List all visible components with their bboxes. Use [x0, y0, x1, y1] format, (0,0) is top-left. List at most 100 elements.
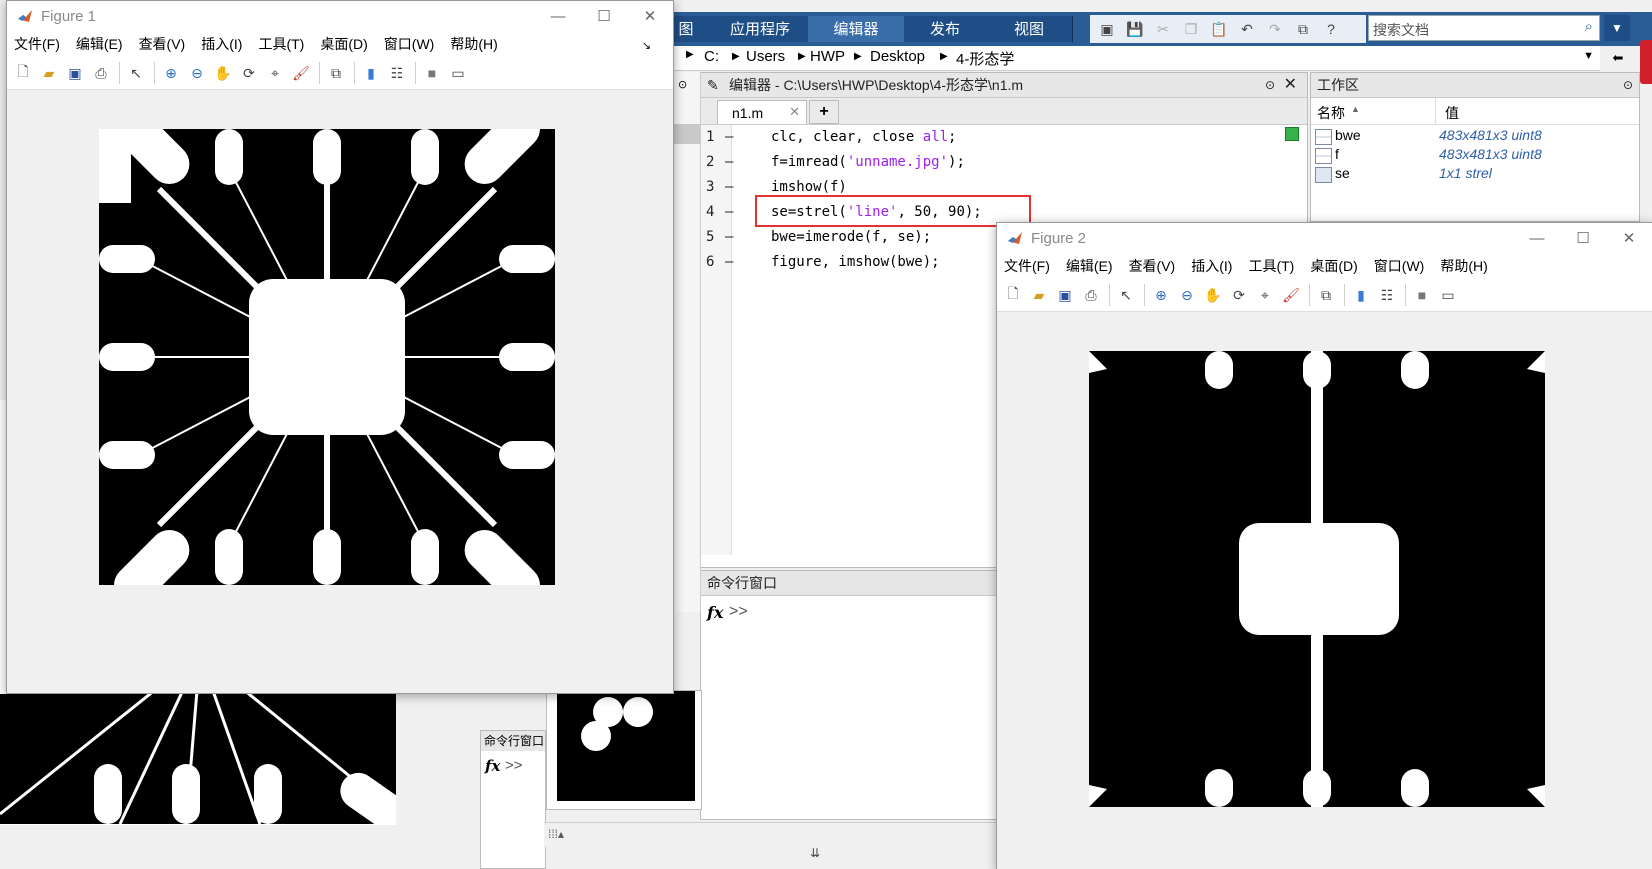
print-icon[interactable]: ⎙ — [91, 63, 111, 83]
open-file-icon[interactable]: ▰ — [1029, 285, 1049, 305]
menu-tools[interactable]: 工具(T) — [1248, 256, 1294, 276]
pan-icon[interactable]: ✋ — [1203, 285, 1223, 305]
breakpoint-dash[interactable]: — — [725, 250, 737, 275]
breakpoint-dash[interactable]: — — [725, 225, 737, 250]
redo-icon[interactable]: ↷ — [1264, 18, 1286, 40]
link-plot-icon[interactable]: ⧉ — [1316, 285, 1336, 305]
colorbar-icon[interactable]: ▮ — [361, 63, 381, 83]
breakpoint-dash[interactable]: — — [725, 175, 737, 200]
path-dropdown-icon[interactable]: ▼ — [1583, 50, 1594, 62]
menu-view[interactable]: 查看(V) — [139, 34, 186, 54]
menu-desktop[interactable]: 桌面(D) — [1310, 256, 1357, 276]
path-drive[interactable]: C: — [704, 48, 719, 65]
data-cursor-icon[interactable]: ⌖ — [265, 63, 285, 83]
zoom-out-icon[interactable]: ⊖ — [1177, 285, 1197, 305]
menu-insert[interactable]: 插入(I) — [1191, 256, 1232, 276]
search-documentation[interactable]: 搜索文档 ⌕ — [1368, 15, 1600, 41]
zoom-out-icon[interactable]: ⊖ — [187, 63, 207, 83]
legend-icon[interactable]: ☷ — [387, 63, 407, 83]
workspace-row-f[interactable]: f 483x481x3 uint8 — [1311, 146, 1611, 165]
help-icon[interactable]: ? — [1320, 18, 1342, 40]
colorbar-icon[interactable]: ▮ — [1351, 285, 1371, 305]
rotate-3d-icon[interactable]: ⟳ — [1229, 285, 1249, 305]
edit-plot-icon[interactable]: ↖ — [1116, 285, 1136, 305]
menu-desktop[interactable]: 桌面(D) — [320, 34, 367, 54]
ribbon-tab-publish[interactable]: 发布 — [904, 16, 987, 42]
hide-plot-tools-icon[interactable]: ■ — [422, 63, 442, 83]
editor-close-icon[interactable]: ✕ — [1284, 73, 1297, 97]
menu-window[interactable]: 窗口(W) — [384, 34, 435, 54]
dock-arrow-icon[interactable]: ↘ — [642, 39, 651, 52]
zoom-in-icon[interactable]: ⊕ — [1151, 285, 1171, 305]
brush-icon[interactable]: 🖌 — [291, 63, 311, 83]
menu-help[interactable]: 帮助(H) — [1440, 256, 1487, 276]
brush-icon[interactable]: 🖌 — [1281, 285, 1301, 305]
menu-view[interactable]: 查看(V) — [1129, 256, 1176, 276]
new-tab-button[interactable]: + — [809, 100, 839, 124]
menu-edit[interactable]: 编辑(E) — [1066, 256, 1113, 276]
browse-folder-icon[interactable]: ⬅ — [1604, 46, 1632, 70]
cut-icon[interactable]: ✂ — [1152, 18, 1174, 40]
path-segment[interactable]: HWP — [810, 48, 845, 65]
breakpoint-dash[interactable]: — — [725, 150, 737, 175]
save-figure-icon[interactable]: ▣ — [1055, 285, 1075, 305]
show-plot-tools-icon[interactable]: ▭ — [448, 63, 468, 83]
minimize-button[interactable]: — — [535, 1, 581, 31]
new-script-icon[interactable]: ▣ — [1096, 18, 1118, 40]
editor-tab-close-icon[interactable]: ✕ — [789, 104, 800, 120]
panel-menu-icon[interactable]: ⊙ — [678, 78, 687, 91]
code-line[interactable]: 1 — clc, clear, close all; — [701, 125, 1261, 150]
workspace-row-bwe[interactable]: bwe 483x481x3 uint8 — [1311, 127, 1611, 146]
menu-tools[interactable]: 工具(T) — [258, 34, 304, 54]
maximize-button[interactable]: ☐ — [581, 1, 627, 31]
resize-handle-icon[interactable]: ⇊ — [810, 846, 820, 860]
zoom-in-icon[interactable]: ⊕ — [161, 63, 181, 83]
link-plot-icon[interactable]: ⧉ — [326, 63, 346, 83]
new-figure-icon[interactable]: 🗋 — [13, 63, 33, 83]
ribbon-tab-apps[interactable]: 应用程序 — [712, 16, 809, 42]
status-grip-icon[interactable]: ⁞⁞⁞▴ — [548, 827, 564, 841]
switch-windows-icon[interactable]: ⧉ — [1292, 18, 1314, 40]
figure2-titlebar[interactable]: Figure 2 — ☐ ✕ — [997, 223, 1652, 253]
menu-help[interactable]: 帮助(H) — [450, 34, 497, 54]
ribbon-collapse-button[interactable]: ▼ — [1604, 15, 1630, 41]
breakpoint-dash[interactable]: — — [725, 125, 737, 150]
menu-edit[interactable]: 编辑(E) — [76, 34, 123, 54]
ribbon-tab-view[interactable]: 视图 — [986, 16, 1073, 42]
save-icon[interactable]: 💾 — [1124, 18, 1146, 40]
new-figure-icon[interactable]: 🗋 — [1003, 285, 1023, 305]
open-file-icon[interactable]: ▰ — [39, 63, 59, 83]
paste-icon[interactable]: 📋 — [1208, 18, 1230, 40]
copy-icon[interactable]: ❐ — [1180, 18, 1202, 40]
search-icon[interactable]: ⌕ — [1585, 18, 1593, 35]
figure1-titlebar[interactable]: Figure 1 — ☐ ✕ — [7, 1, 673, 31]
fx-icon[interactable]: fx — [707, 603, 723, 622]
undo-icon[interactable]: ↶ — [1236, 18, 1258, 40]
code-line[interactable]: 2 — f=imread('unname.jpg'); — [701, 150, 1261, 175]
close-button[interactable]: ✕ — [627, 1, 673, 31]
menu-window[interactable]: 窗口(W) — [1374, 256, 1425, 276]
workspace-col-value[interactable]: 值 — [1445, 103, 1459, 123]
menu-file[interactable]: 文件(F) — [14, 34, 60, 54]
workspace-menu-icon[interactable]: ⊙ — [1623, 73, 1633, 97]
data-cursor-icon[interactable]: ⌖ — [1255, 285, 1275, 305]
path-segment[interactable]: Users — [746, 48, 785, 65]
close-button[interactable]: ✕ — [1606, 223, 1652, 253]
ribbon-tab-editor[interactable]: 编辑器 — [808, 16, 905, 42]
show-plot-tools-icon[interactable]: ▭ — [1438, 285, 1458, 305]
print-icon[interactable]: ⎙ — [1081, 285, 1101, 305]
save-figure-icon[interactable]: ▣ — [65, 63, 85, 83]
editor-tab-n1[interactable]: n1.m ✕ — [717, 100, 807, 124]
rotate-3d-icon[interactable]: ⟳ — [239, 63, 259, 83]
current-folder-bar[interactable]: ▶ C: ▶ Users ▶ HWP ▶ Desktop ▶ 4-形态学 ▼ — [640, 46, 1600, 71]
edit-plot-icon[interactable]: ↖ — [126, 63, 146, 83]
editor-menu-icon[interactable]: ⊙ — [1265, 73, 1275, 97]
command-window[interactable]: 命令行窗口 fx >> — [700, 570, 1000, 820]
pan-icon[interactable]: ✋ — [213, 63, 233, 83]
path-segment[interactable]: 4-形态学 — [956, 48, 1014, 69]
menu-file[interactable]: 文件(F) — [1004, 256, 1050, 276]
workspace-row-se[interactable]: se 1x1 strel — [1311, 165, 1611, 184]
maximize-button[interactable]: ☐ — [1560, 223, 1606, 253]
path-segment[interactable]: Desktop — [870, 48, 925, 65]
legend-icon[interactable]: ☷ — [1377, 285, 1397, 305]
